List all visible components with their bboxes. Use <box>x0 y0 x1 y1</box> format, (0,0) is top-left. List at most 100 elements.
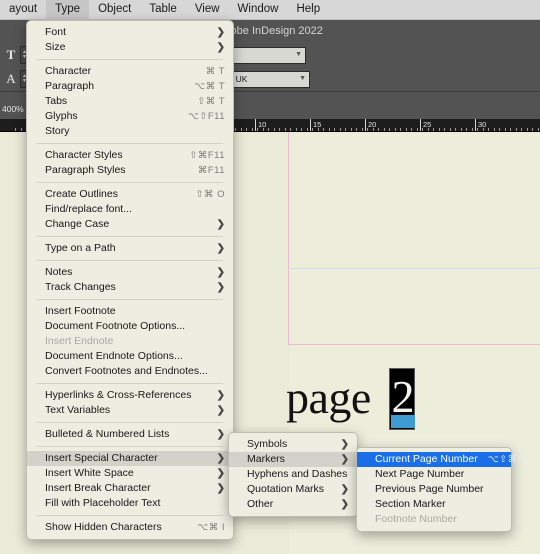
menu-item-label: Insert Footnote <box>45 305 116 317</box>
menubar-item-window[interactable]: Window <box>229 0 288 20</box>
character-formatting-icon[interactable]: T <box>2 45 20 65</box>
type-menu-item-font[interactable]: Font ❯ <box>27 25 233 40</box>
markers-submenu[interactable]: Current Page Number ⌥⇧⌘N Next Page Number P… <box>356 447 524 532</box>
ruler-minor-tick <box>510 128 511 131</box>
ruler-minor-tick <box>422 128 423 131</box>
menu-item-label: Insert Special Character <box>45 452 158 464</box>
menu-item-shortcut: ⌘ T <box>205 66 225 77</box>
type-menu-item-fill-with-placeholder-text[interactable]: Fill with Placeholder Text <box>27 496 233 511</box>
ruler-minor-tick <box>499 128 500 131</box>
type-menu-item-hyperlinks-cross-references[interactable]: Hyperlinks & Cross-References ❯ <box>27 388 233 403</box>
type-menu-item-convert-footnotes-and-endnotes[interactable]: Convert Footnotes and Endnotes... <box>27 364 233 379</box>
ruler-minor-tick <box>483 128 484 131</box>
chevron-right-icon: ❯ <box>216 429 225 440</box>
type-menu-item-insert-footnote[interactable]: Insert Footnote <box>27 304 233 319</box>
type-menu-item-notes[interactable]: Notes ❯ <box>27 265 233 280</box>
type-menu-item-paragraph-styles[interactable]: Paragraph Styles ⌘F11 <box>27 163 233 178</box>
marker-item-section-marker[interactable]: Section Marker <box>357 497 511 512</box>
type-menu-item-insert-break-character[interactable]: Insert Break Character ❯ <box>27 481 233 496</box>
menubar-item-table[interactable]: Table <box>140 0 186 20</box>
type-menu-item-insert-white-space[interactable]: Insert White Space ❯ <box>27 466 233 481</box>
marker-highlight-bar <box>391 415 415 428</box>
type-menu-item-character-styles[interactable]: Character Styles ⇧⌘F11 <box>27 148 233 163</box>
special-char-item-quotation-marks[interactable]: Quotation Marks ❯ <box>229 482 357 497</box>
ruler-minor-tick <box>15 128 16 131</box>
marker-item-next-page-number[interactable]: Next Page Number <box>357 467 511 482</box>
type-menu[interactable]: Font ❯ Size ❯ Character ⌘ T Paragraph ⌥⌘ T Tabs ⇧… <box>26 20 234 540</box>
ruler-minor-tick <box>389 128 390 131</box>
page-text[interactable]: page <box>286 375 371 421</box>
type-menu-item-paragraph[interactable]: Paragraph ⌥⌘ T <box>27 79 233 94</box>
marker-item-previous-page-number[interactable]: Previous Page Number <box>357 482 511 497</box>
menu-item-shortcut: ⇧⌘ T <box>197 96 225 107</box>
menu-item-label: Show Hidden Characters <box>45 521 162 533</box>
menu-item-label: Glyphs <box>45 110 78 122</box>
ruler-minor-tick <box>450 128 451 131</box>
special-char-item-other[interactable]: Other ❯ <box>229 497 357 512</box>
special-char-item-hyphens-and-dashes[interactable]: Hyphens and Dashes❯ <box>229 467 364 482</box>
type-menu-item-glyphs[interactable]: Glyphs ⌥⇧F11 <box>27 109 233 124</box>
type-menu-item-change-case[interactable]: Change Case ❯ <box>27 217 233 232</box>
menu-separator <box>37 143 223 144</box>
type-menu-item-bulleted-numbered-lists[interactable]: Bulleted & Numbered Lists ❯ <box>27 427 233 442</box>
type-menu-item-size[interactable]: Size ❯ <box>27 40 233 55</box>
type-menu-item-create-outlines[interactable]: Create Outlines ⇧⌘ O <box>27 187 233 202</box>
special-char-item-markers[interactable]: Markers ❯ <box>229 452 357 467</box>
menu-separator <box>37 260 223 261</box>
menubar-item-type[interactable]: Type <box>46 0 90 20</box>
menubar-item-object[interactable]: Object <box>89 0 140 20</box>
menu-item-shortcut: ⌥⌘ I <box>197 522 225 533</box>
type-menu-item-find-replace-font[interactable]: Find/replace font... <box>27 202 233 217</box>
type-menu-item-document-endnote-options[interactable]: Document Endnote Options... <box>27 349 233 364</box>
ruler-minor-tick <box>472 128 473 131</box>
chevron-right-icon: ❯ <box>216 267 225 278</box>
type-menu-item-document-footnote-options[interactable]: Document Footnote Options... <box>27 319 233 334</box>
chevron-right-icon: ❯ <box>216 219 225 230</box>
ruler-minor-tick <box>428 128 429 131</box>
menu-item-label: Insert White Space <box>45 467 134 479</box>
ruler-minor-tick <box>356 128 357 131</box>
chevron-right-icon: ❯ <box>216 42 225 53</box>
type-menu-item-insert-endnote: Insert Endnote <box>27 334 233 349</box>
page-number-marker[interactable]: 2 <box>389 368 415 430</box>
chevron-right-icon: ❯ <box>216 243 225 254</box>
ruler-major-tick <box>475 119 476 131</box>
menu-item-shortcut: ⌥⇧F11 <box>187 111 225 122</box>
type-menu-item-character[interactable]: Character ⌘ T <box>27 64 233 79</box>
marker-item-current-page-number[interactable]: Current Page Number ⌥⇧⌘N <box>357 452 524 467</box>
type-menu-item-story[interactable]: Story <box>27 124 233 139</box>
menubar-item-help[interactable]: Help <box>287 0 329 20</box>
ruler-minor-tick <box>417 128 418 131</box>
menu-item-label: Markers <box>247 453 285 465</box>
menu-item-label: Text Variables <box>45 404 111 416</box>
chevron-right-icon: ❯ <box>216 483 225 494</box>
ruler-minor-tick <box>400 128 401 131</box>
menu-item-label: Size <box>45 41 66 53</box>
menu-separator <box>37 182 223 183</box>
ruler-minor-tick <box>235 128 236 131</box>
ruler-minor-tick <box>263 128 264 131</box>
menu-item-shortcut: ⌘F11 <box>197 165 225 176</box>
menubar-item-ayout[interactable]: ayout <box>0 0 46 20</box>
type-menu-item-show-hidden-characters[interactable]: Show Hidden Characters ⌥⌘ I <box>27 520 233 535</box>
ruler-minor-tick <box>373 128 374 131</box>
menu-item-label: Document Footnote Options... <box>45 320 186 332</box>
type-menu-item-track-changes[interactable]: Track Changes ❯ <box>27 280 233 295</box>
ruler-minor-tick <box>351 128 352 131</box>
menu-item-label: Paragraph Styles <box>45 164 126 176</box>
menubar-item-view[interactable]: View <box>186 0 229 20</box>
type-menu-item-tabs[interactable]: Tabs ⇧⌘ T <box>27 94 233 109</box>
type-menu-item-text-variables[interactable]: Text Variables ❯ <box>27 403 233 418</box>
type-menu-item-insert-special-character[interactable]: Insert Special Character ❯ <box>27 451 233 466</box>
menu-item-shortcut: ⇧⌘F11 <box>189 150 225 161</box>
ruler-minor-tick <box>345 128 346 131</box>
special-char-item-symbols[interactable]: Symbols ❯ <box>229 437 357 452</box>
ruler-minor-tick <box>477 128 478 131</box>
zoom-level-readout[interactable]: 400% <box>2 104 24 114</box>
menu-item-label: Insert Break Character <box>45 482 151 494</box>
insert-special-character-submenu[interactable]: Symbols❯Markers ❯ Hyphens and Dashes❯Quota… <box>228 432 364 517</box>
chevron-down-icon: ▼ <box>295 50 302 58</box>
ruler-minor-tick <box>340 128 341 131</box>
chevron-right-icon: ❯ <box>340 454 349 465</box>
type-menu-item-type-on-a-path[interactable]: Type on a Path ❯ <box>27 241 233 256</box>
